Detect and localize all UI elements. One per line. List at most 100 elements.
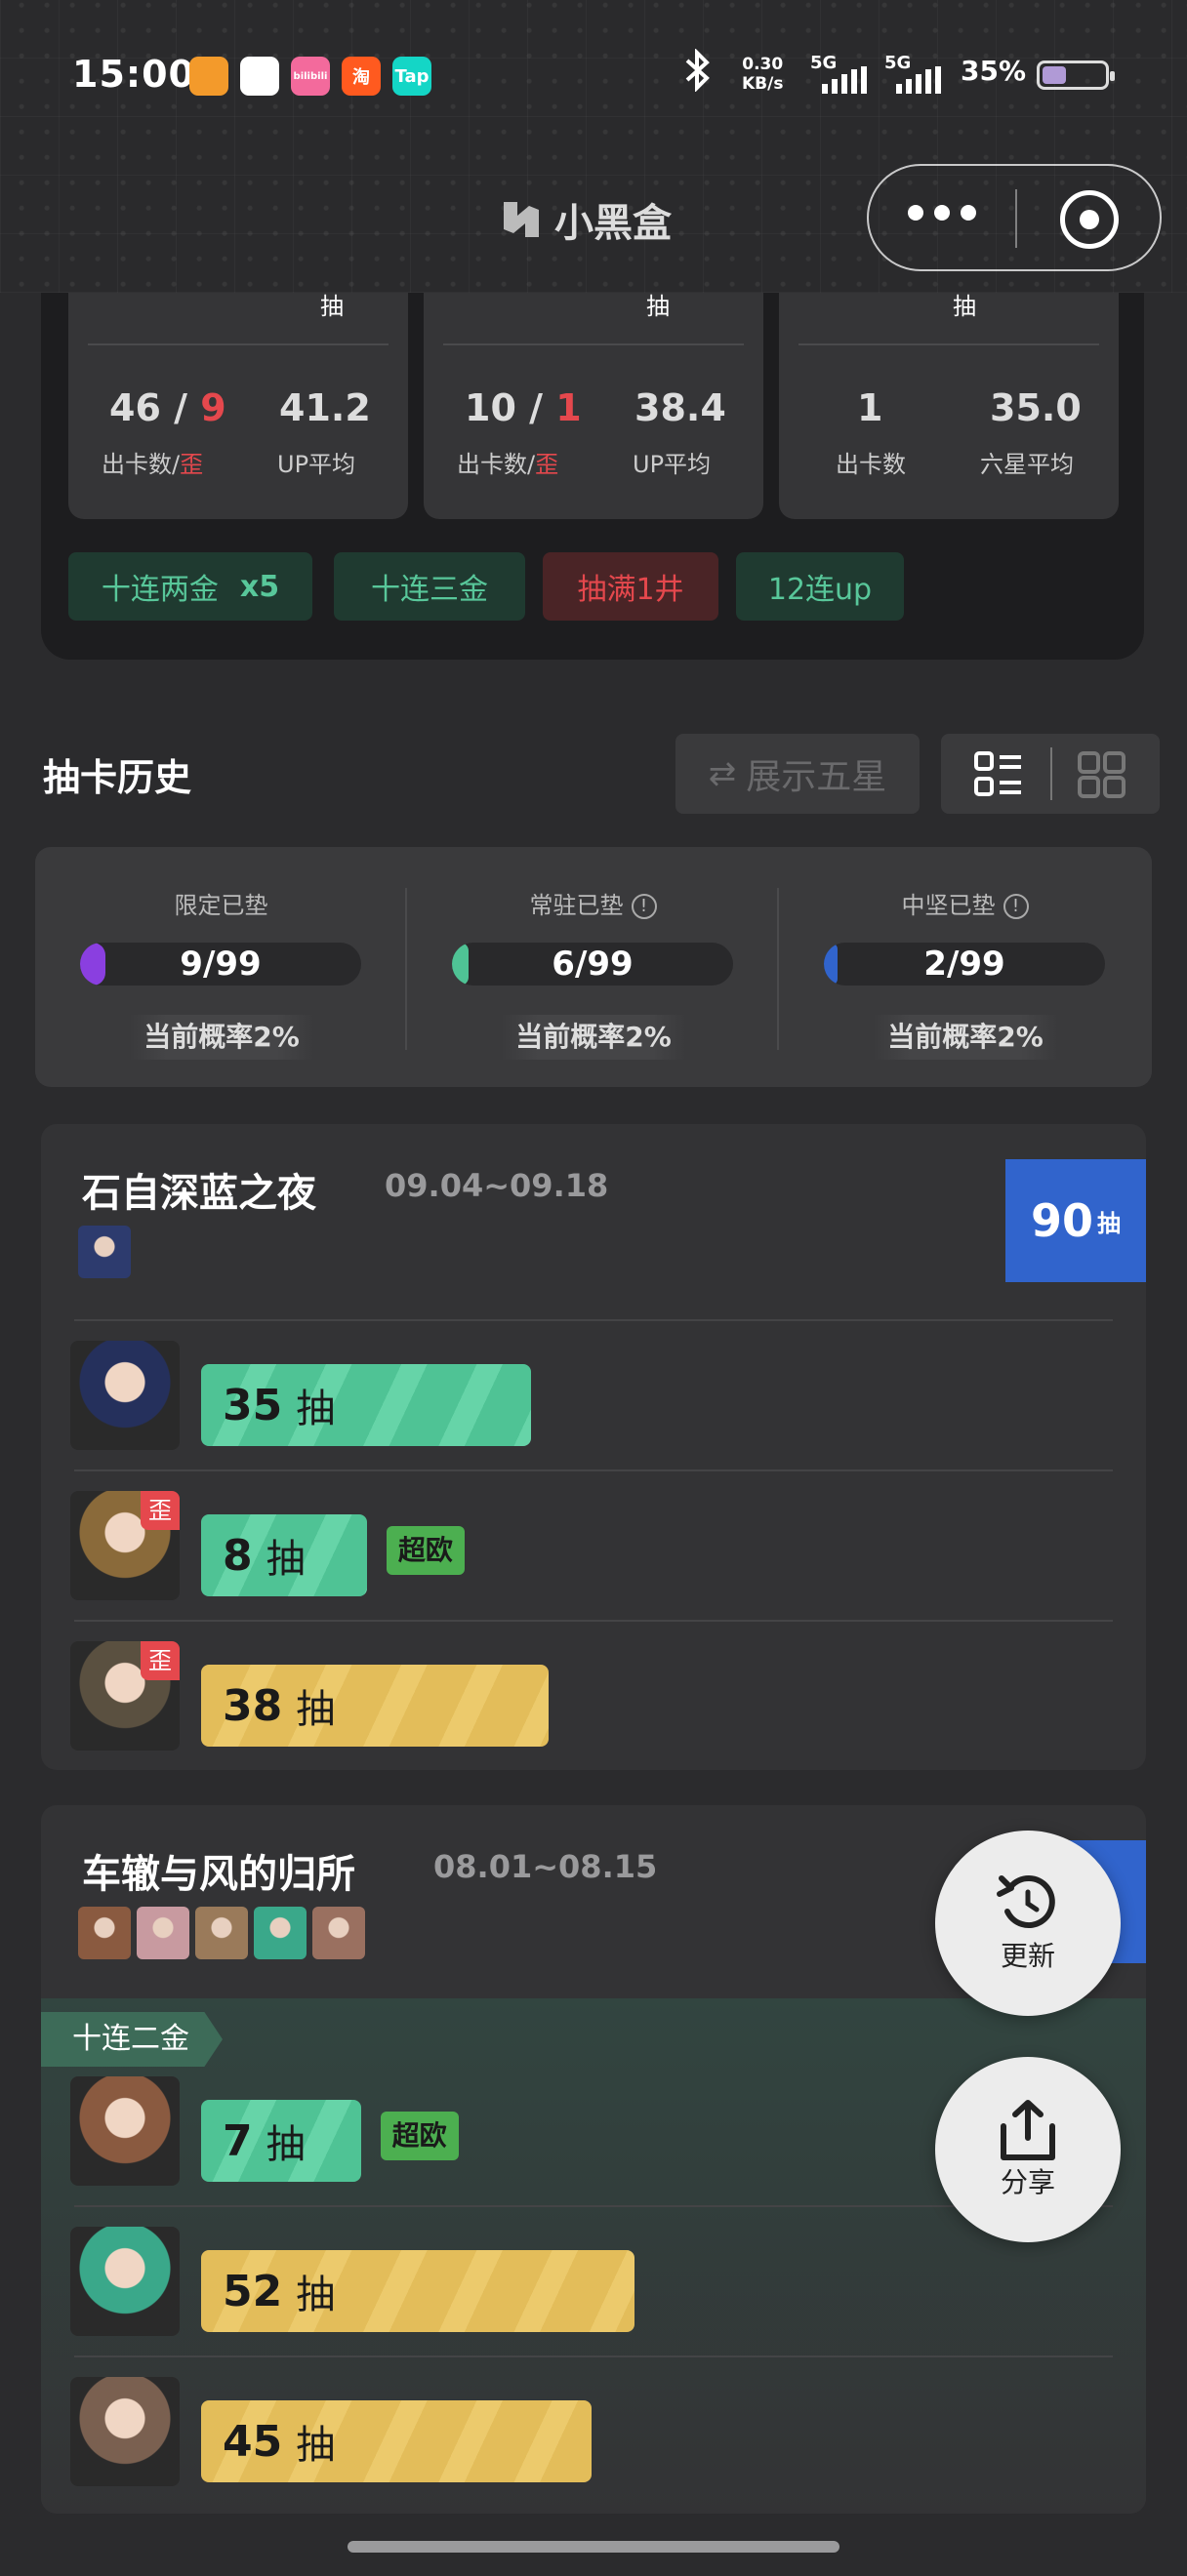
pull-count: 8 (223, 1530, 253, 1581)
operator-avatar: 歪 (70, 1491, 180, 1600)
off-banner-count: 1 (555, 386, 582, 429)
off-banner-label: 歪 (180, 451, 204, 478)
pull-row[interactable]: 45 抽 (41, 2355, 1146, 2506)
average-value: 35.0 (990, 386, 1082, 429)
pity-progress-bar: 6/99 (452, 943, 733, 986)
bilibili-icon: bilibili (291, 57, 330, 96)
card-count-label-text: 出卡数/ (102, 451, 181, 478)
net-speed-value: 0.30 (742, 55, 784, 74)
pull-row[interactable]: 歪 8抽 超欧 (41, 1469, 1146, 1620)
operator-thumb (78, 1907, 131, 1959)
operator-thumb (137, 1907, 189, 1959)
info-icon[interactable]: ! (631, 894, 657, 919)
pull-count-bar: 8抽 (201, 1514, 367, 1596)
net-speed-unit: KB/s (742, 74, 784, 94)
show-five-star-button[interactable]: ⇄ 展示五星 (675, 734, 920, 814)
achievement-tag: 12连up (736, 552, 904, 621)
app-icon-orange (189, 57, 228, 96)
operator-thumb (254, 1907, 307, 1959)
pool-card[interactable]: 石自深蓝之夜 09.04~09.18 90 抽 35 抽 歪 8抽 超欧 歪 3… (41, 1124, 1146, 1770)
pull-unit: 抽 (296, 2273, 336, 2317)
pool-total-value: 90 (1030, 1194, 1093, 1247)
history-title: 抽卡历史 (43, 756, 192, 799)
heybox-logo-icon (504, 202, 539, 237)
current-rate: 当前概率2% (873, 1015, 1058, 1060)
info-icon[interactable]: ! (1003, 894, 1029, 919)
lucky-badge: 超欧 (380, 2112, 459, 2160)
pull-row[interactable]: 歪 38 抽 (41, 1620, 1146, 1770)
off-banner-flag: 歪 (141, 1491, 180, 1530)
current-rate: 当前概率2% (501, 1015, 686, 1060)
operator-avatar: 歪 (70, 1641, 180, 1751)
list-view-icon[interactable] (974, 751, 1023, 802)
operator-thumb (312, 1907, 365, 1959)
net-speed: 0.30 KB/s (742, 55, 783, 94)
average-label: UP平均 (633, 451, 712, 478)
achievement-tag: 抽满1井 (543, 552, 718, 621)
pool-date: 08.01~08.15 (433, 1848, 658, 1885)
pull-count-bar: 52 抽 (201, 2250, 634, 2332)
operator-thumb (195, 1907, 248, 1959)
average-value: 41.2 (279, 386, 371, 429)
pull-count-bar: 45 抽 (201, 2400, 592, 2482)
grid-view-icon[interactable] (1078, 751, 1126, 802)
lucky-badge: 超欧 (386, 1526, 465, 1575)
pity-count: 2/99 (923, 945, 1005, 984)
card-count-label: 出卡数/歪 (102, 445, 203, 479)
pity-column: 常驻已垫! 6/99 当前概率2% (407, 847, 779, 1087)
card-count-label: 出卡数/歪 (457, 445, 558, 479)
share-icon (1001, 2100, 1055, 2160)
share-label: 分享 (1000, 2166, 1055, 2198)
pity-progress-bar: 2/99 (824, 943, 1105, 986)
pool-total-badge: 90 抽 (1005, 1159, 1146, 1282)
pull-unit: 抽 (266, 2122, 306, 2167)
off-banner-label: 歪 (535, 451, 559, 478)
share-button[interactable]: 分享 (935, 2057, 1121, 2242)
achievement-tag: 十连三金 (334, 552, 525, 621)
close-mini-program-icon[interactable] (1060, 190, 1119, 249)
refresh-button[interactable]: 更新 (935, 1831, 1121, 2016)
current-rate: 当前概率2% (129, 1015, 314, 1060)
home-indicator[interactable] (348, 2541, 839, 2553)
tag-text: 12连up (767, 573, 873, 607)
pull-unit: 抽 (296, 1387, 336, 1431)
pull-row[interactable]: 35 抽 (41, 1319, 1146, 1469)
status-time: 15:00 (72, 53, 195, 96)
pity-title-text: 常驻已垫 (529, 892, 624, 919)
taptap-icon: Tap (392, 57, 431, 96)
swap-icon: ⇄ (708, 754, 737, 793)
app-logo: 小黑盒 (498, 191, 672, 248)
more-options-icon[interactable] (908, 205, 976, 221)
pull-unit: 抽 (266, 1537, 306, 1582)
average-label: 六星平均 (980, 451, 1074, 478)
battery-percent: 35% (961, 55, 1027, 87)
logo-text: 小黑盒 (554, 201, 672, 246)
card-count-value: 1 (857, 386, 883, 429)
pity-count: 9/99 (180, 945, 262, 984)
pity-title: 常驻已垫! (407, 886, 779, 920)
refresh-icon (997, 1875, 1055, 1929)
card-count: 1 (857, 386, 882, 429)
summary-card: 1716 抽 46 / 9 41.2 出卡数/歪 UP平均 352 抽 10 /… (41, 205, 1144, 660)
card-count-label-text: 出卡数/ (457, 451, 536, 478)
pool-name: 石自深蓝之夜 (82, 1171, 316, 1216)
tag-multiplier: x5 (239, 569, 280, 604)
pity-title-text: 限定已垫 (174, 892, 268, 919)
battery-icon (1037, 60, 1115, 90)
pity-counter-card: 限定已垫 9/99 当前概率2% 常驻已垫! 6/99 当前概率2% 中坚已垫!… (35, 847, 1152, 1087)
pool-total-unit: 抽 (1097, 1209, 1121, 1237)
achievement-tag: 十连两金 x5 (68, 552, 312, 621)
pull-count-bar: 38 抽 (201, 1665, 550, 1747)
pull-unit: 抽 (296, 2423, 336, 2468)
average-label: UP平均 (277, 451, 356, 478)
battery-level (1043, 66, 1066, 84)
operator-avatar (70, 2377, 180, 2486)
pull-count: 45 (223, 2416, 283, 2467)
card-count-label: 出卡数 (836, 445, 906, 479)
bluetooth-icon (681, 48, 713, 99)
pull-count: 52 (223, 2266, 283, 2316)
operator-avatar (70, 1341, 180, 1450)
refresh-label: 更新 (1000, 1940, 1055, 1972)
card-count-label-text: 出卡数 (836, 451, 906, 478)
pool-featured-thumbs (78, 1907, 365, 1959)
